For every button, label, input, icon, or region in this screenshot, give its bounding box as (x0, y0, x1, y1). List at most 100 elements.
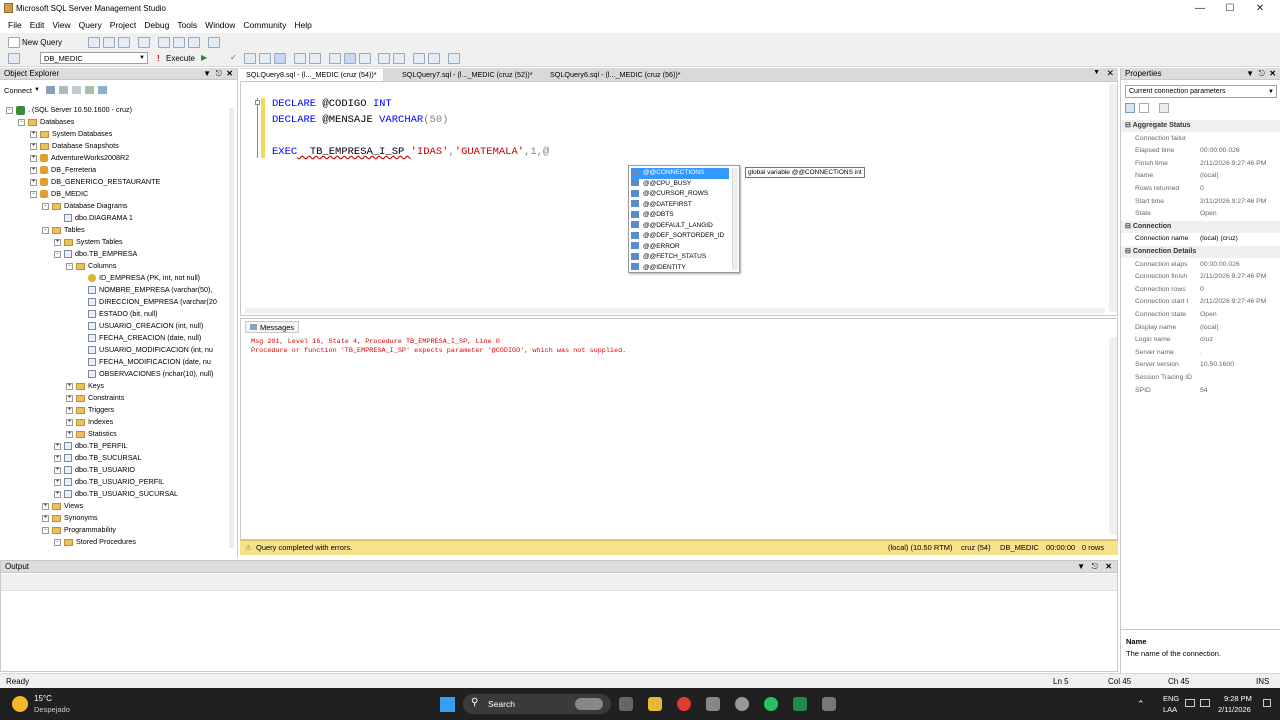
editor-hscrollbar[interactable] (245, 308, 1105, 314)
keyboard-layout[interactable]: LAA (1163, 705, 1177, 714)
tree-node[interactable]: + Database Snapshots (30, 140, 119, 152)
results-text-icon[interactable] (329, 53, 341, 64)
debug-icon[interactable]: ▶ (201, 53, 207, 62)
filter-icon[interactable] (84, 86, 94, 94)
collapse-icon[interactable]: - (6, 106, 13, 114)
query-designer-icon[interactable] (259, 53, 271, 64)
tree-node[interactable]: - Database Diagrams (42, 200, 128, 212)
weather-icon[interactable] (12, 696, 28, 712)
pin-icon[interactable]: ⎋ (1259, 68, 1265, 80)
collapse-icon[interactable]: - (42, 202, 49, 210)
minimize-icon[interactable]: — (1185, 0, 1215, 17)
tree-node[interactable]: ID_EMPRESA (PK, int, not null) (78, 272, 200, 284)
parse-icon[interactable]: ✓ (230, 53, 237, 62)
tree-node[interactable]: + dbo.TB_PERFIL (54, 440, 127, 452)
messages-tab[interactable]: Messages (245, 321, 300, 333)
comment-icon[interactable] (378, 53, 390, 64)
collapse-icon[interactable]: - (42, 526, 49, 534)
collapse-icon[interactable]: - (42, 226, 49, 234)
pin-icon[interactable]: ⎋ (216, 68, 222, 80)
collapse-icon[interactable]: ⊟ (1125, 223, 1133, 230)
property-row[interactable]: Connection finish 2/11/2026 9:27:46 PM (1121, 271, 1280, 283)
increase-indent-icon[interactable] (428, 53, 440, 64)
expand-icon[interactable]: + (42, 502, 49, 510)
menu-debug[interactable]: Debug (144, 17, 169, 33)
tree-node[interactable]: + AdventureWorks2008R2 (30, 152, 129, 164)
tree-node[interactable]: NOMBRE_EMPRESA (varchar(50), (78, 284, 212, 296)
connect-dropdown-icon[interactable]: ▼ (34, 87, 40, 93)
editor-vscrollbar[interactable] (1109, 84, 1117, 312)
excel-icon[interactable] (793, 697, 807, 711)
property-row[interactable]: State Open (1121, 208, 1280, 220)
tab-sqlquery6[interactable]: SQLQuery6.sql - (l..._MEDIC (cruz (56))* (544, 69, 687, 81)
properties-object-selector[interactable]: Current connection parameters ▼ (1125, 85, 1277, 98)
stop-icon[interactable] (71, 86, 81, 94)
tree-node[interactable]: - Programmability (42, 524, 116, 536)
expand-icon[interactable]: + (30, 178, 37, 186)
tree-node[interactable]: DIRECCION_EMPRESA (varchar(20 (78, 296, 217, 308)
close-panel-icon[interactable]: ✕ (1105, 561, 1112, 573)
menu-edit[interactable]: Edit (30, 17, 45, 33)
start-icon[interactable] (440, 697, 455, 712)
save-all-icon[interactable] (173, 37, 185, 48)
collapse-icon[interactable]: ⊟ (1125, 248, 1133, 255)
expand-icon[interactable]: + (30, 142, 37, 150)
clock-time[interactable]: 9:28 PM (1224, 694, 1252, 703)
new-mdx-icon[interactable] (118, 37, 130, 48)
expand-icon[interactable]: + (42, 514, 49, 522)
collapse-region-icon[interactable] (255, 100, 260, 105)
intellisense-item[interactable]: @@ERROR (631, 242, 729, 253)
language-indicator[interactable]: ENG (1163, 694, 1179, 703)
menu-project[interactable]: Project (110, 17, 136, 33)
tree-node[interactable]: - DB_MEDIC (30, 188, 88, 200)
property-category[interactable]: ⊟ Connection Details (1121, 246, 1280, 258)
tree-node[interactable]: + Indexes (66, 416, 113, 428)
weather-temp[interactable]: 15°C (34, 694, 52, 703)
open-file-icon[interactable] (88, 37, 100, 48)
tree-node[interactable]: FECHA_CREACION (date, null) (78, 332, 201, 344)
tree-node[interactable]: - Columns (66, 260, 116, 272)
volume-icon[interactable] (1200, 699, 1210, 707)
tree-node[interactable]: + Synonyms (42, 512, 98, 524)
new-query-icon[interactable] (8, 37, 20, 48)
intellisense-item[interactable]: @@CONNECTIONS (631, 168, 729, 179)
clock-date[interactable]: 2/11/2026 (1218, 705, 1251, 714)
tree-node[interactable]: + Constraints (66, 392, 124, 404)
collapse-icon[interactable]: - (18, 118, 25, 126)
tree-scrollbar[interactable] (229, 108, 234, 548)
uncomment-icon[interactable] (393, 53, 405, 64)
intellisense-item[interactable]: @@DBTS (631, 210, 729, 221)
tree-node[interactable]: + dbo.TB_USUARIO_PERFIL (54, 476, 164, 488)
tree-node[interactable]: USUARIO_MODIFICACION (int, nu (78, 344, 213, 356)
close-tab-icon[interactable]: ✕ (1106, 68, 1114, 79)
intellisense-item[interactable]: @@CURSOR_ROWS (631, 189, 729, 200)
tree-node[interactable]: + System Tables (54, 236, 123, 248)
tree-node[interactable]: - Stored Procedures (54, 536, 136, 548)
property-pages-icon[interactable] (1159, 103, 1169, 113)
tree-node[interactable]: ESTADO (bit, null) (78, 308, 158, 320)
property-row[interactable]: SPID 54 (1121, 385, 1280, 397)
results-grid-icon[interactable] (344, 53, 356, 64)
connect-icon[interactable] (8, 53, 20, 64)
results-file-icon[interactable] (359, 53, 371, 64)
property-row[interactable]: Connection name (local) (cruz) (1121, 233, 1280, 245)
expand-icon[interactable]: + (54, 466, 61, 474)
menu-window[interactable]: Window (205, 17, 235, 33)
activity-monitor-icon[interactable] (208, 37, 220, 48)
intellisense-item[interactable]: @@DEFAULT_LANGID (631, 221, 729, 232)
settings-icon[interactable] (735, 697, 749, 711)
chrome-icon[interactable] (677, 697, 691, 711)
expand-icon[interactable]: + (54, 478, 61, 486)
property-row[interactable]: Server name. (1121, 347, 1280, 359)
close-panel-icon[interactable]: ✕ (226, 68, 233, 80)
menu-tools[interactable]: Tools (177, 17, 197, 33)
property-row[interactable]: Connection failur (1121, 133, 1280, 145)
expand-icon[interactable]: + (66, 430, 73, 438)
tree-node[interactable]: - Databases (18, 116, 74, 128)
database-selector[interactable]: DB_MEDIC ▼ (40, 52, 148, 64)
tree-node[interactable]: + Keys (66, 380, 104, 392)
maximize-icon[interactable]: ☐ (1215, 0, 1245, 17)
intellisense-item[interactable]: @@IDENTITY (631, 263, 729, 274)
tree-node[interactable]: + DB_GENERICO_RESTAURANTE (30, 176, 160, 188)
property-row[interactable]: Start time 2/11/2026 9:27:46 PM (1121, 196, 1280, 208)
